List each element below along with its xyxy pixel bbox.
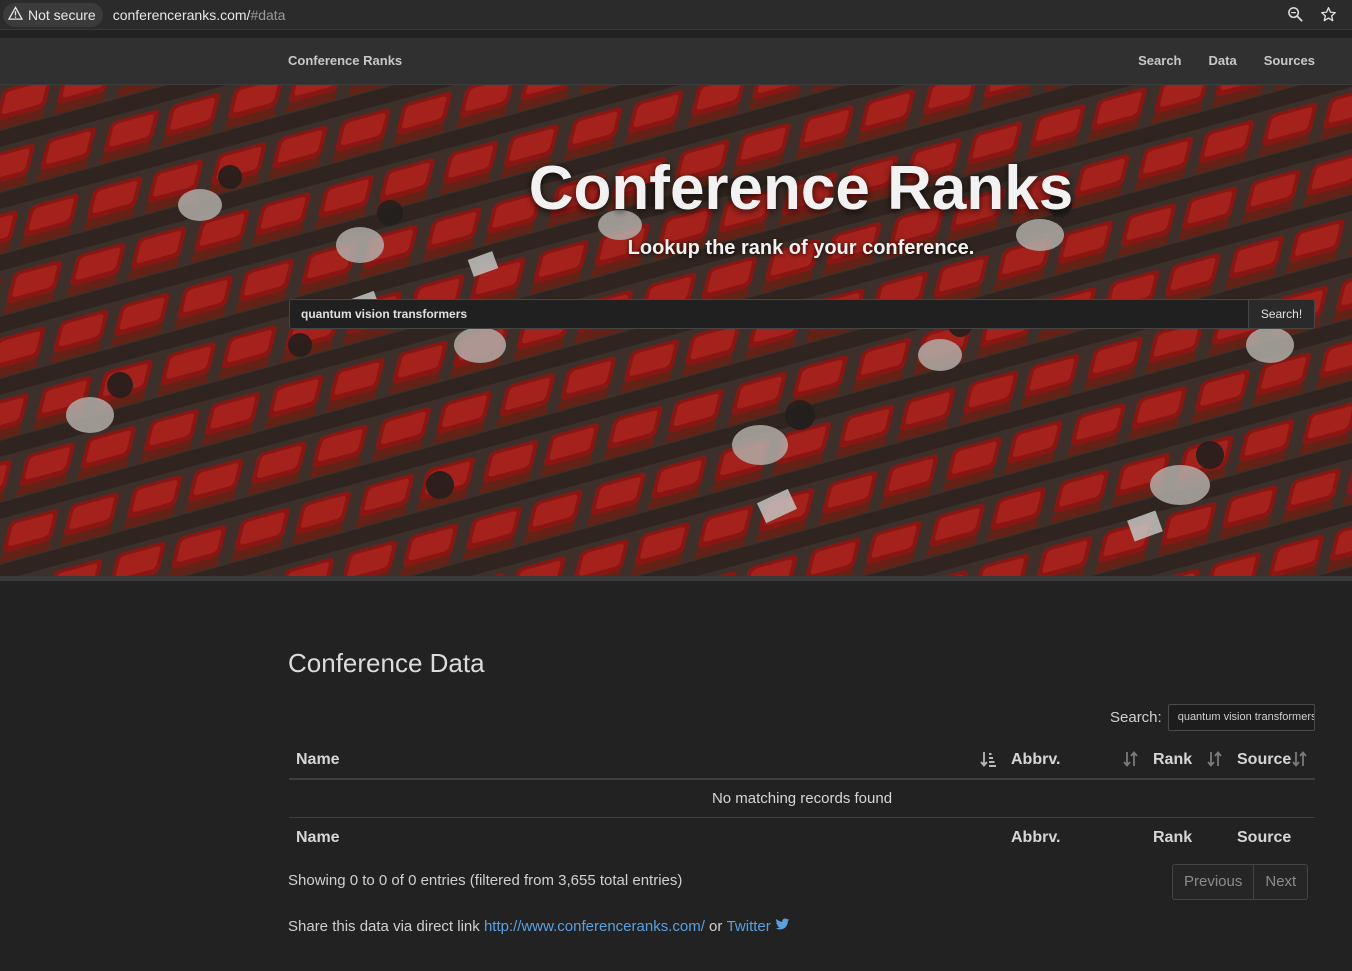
table-search-label: Search: — [1110, 709, 1162, 726]
nav-links: Search Data Sources — [1138, 53, 1315, 68]
security-label: Not secure — [28, 6, 96, 23]
share-or: or — [704, 918, 727, 935]
hero-subtitle: Lookup the rank of your conference. — [627, 237, 975, 259]
column-footer-name: Name — [296, 829, 340, 846]
table-info: Showing 0 to 0 of 0 entries (filtered fr… — [288, 872, 683, 889]
pagination: Previous Next — [1172, 864, 1309, 900]
browser-address-bar: Not secure conferenceranks.com/#data — [0, 0, 1352, 30]
nav-link-sources[interactable]: Sources — [1264, 53, 1315, 68]
share-line: Share this data via direct link http://w… — [288, 918, 790, 935]
hero-search-form: quantum vision transformers Search! — [289, 299, 1315, 329]
column-header-source[interactable]: Source — [1237, 751, 1291, 769]
sort-both-icon[interactable] — [1207, 750, 1223, 772]
sort-asc-icon[interactable] — [980, 750, 996, 772]
column-header-name[interactable]: Name — [296, 751, 340, 769]
zoom-icon[interactable] — [1286, 5, 1305, 24]
hero-title: Conference Ranks — [528, 154, 1074, 223]
direct-link[interactable]: http://www.conferenceranks.com/ — [484, 918, 705, 935]
column-footer-rank: Rank — [1153, 829, 1193, 846]
warning-icon — [7, 5, 24, 24]
share-prefix: Share this data via direct link — [288, 918, 484, 935]
twitter-bird-icon[interactable] — [771, 918, 790, 935]
conference-table: Name Abbrv. Rank Source No matching reco… — [289, 740, 1315, 858]
sort-both-icon[interactable] — [1292, 750, 1308, 772]
twitter-link[interactable]: Twitter — [727, 918, 771, 935]
column-footer-source: Source — [1237, 829, 1292, 846]
previous-button[interactable]: Previous — [1172, 864, 1255, 900]
security-indicator[interactable]: Not secure — [3, 2, 103, 27]
hero-search-input[interactable]: quantum vision transformers — [289, 299, 1249, 329]
hero-divider — [0, 576, 1352, 581]
table-search-input[interactable]: quantum vision transformers — [1167, 704, 1315, 731]
table-empty-row: No matching records found — [289, 780, 1315, 818]
url-field[interactable]: conferenceranks.com/#data — [113, 7, 286, 23]
table-header: Name Abbrv. Rank Source — [289, 740, 1315, 780]
sort-both-icon[interactable] — [1123, 750, 1139, 772]
nav-link-search[interactable]: Search — [1138, 53, 1181, 68]
hero-search-button[interactable]: Search! — [1249, 299, 1315, 329]
section-title: Conference Data — [288, 648, 485, 678]
column-header-abbrv[interactable]: Abbrv. — [1011, 751, 1060, 769]
bookmark-star-icon[interactable] — [1319, 5, 1338, 24]
brand-link[interactable]: Conference Ranks — [288, 53, 402, 68]
next-button[interactable]: Next — [1254, 864, 1309, 900]
column-footer-abbrv: Abbrv. — [1011, 829, 1061, 846]
url-path: #data — [250, 6, 286, 23]
column-header-rank[interactable]: Rank — [1153, 751, 1192, 769]
nav-link-data[interactable]: Data — [1209, 53, 1237, 68]
site-navbar: Conference Ranks Search Data Sources — [0, 38, 1352, 85]
table-search: Search: quantum vision transformers — [1110, 704, 1315, 731]
table-footer: Name Abbrv. Rank Source — [289, 818, 1315, 858]
hero-banner: Conference Ranks Lookup the rank of your… — [0, 85, 1352, 581]
url-host: conferenceranks.com/ — [112, 6, 251, 23]
